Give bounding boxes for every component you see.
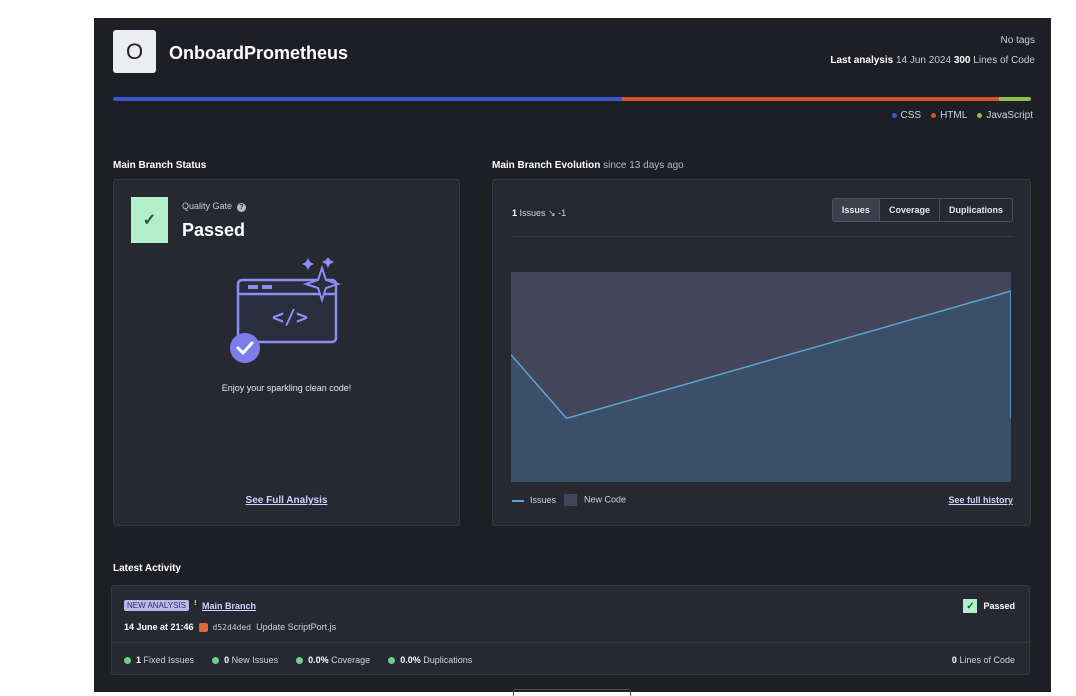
language-bar-javascript: [998, 97, 1031, 101]
activity-status: ✓ Passed: [963, 599, 1015, 613]
metric-coverage: 0.0% Coverage: [296, 655, 370, 665]
quality-gate-label: Quality Gate: [182, 201, 233, 211]
main-branch-link[interactable]: Main Branch: [202, 601, 256, 611]
latest-activity-title: Latest Activity: [113, 563, 181, 574]
commit-hash[interactable]: d52d4ded: [213, 623, 252, 632]
evolution-title: Main Branch Evolution: [492, 160, 601, 171]
project-title: OnboardPrometheus: [169, 43, 349, 63]
last-analysis-label: Last analysis: [830, 55, 894, 66]
see-full-analysis-link[interactable]: See Full Analysis: [246, 495, 328, 506]
check-icon: ✓: [963, 599, 978, 613]
new-code-swatch: [564, 494, 578, 506]
branch-icon: ꜝ: [193, 600, 197, 611]
language-bar-html: [622, 97, 999, 101]
legend-css: CSS: [891, 110, 921, 121]
new-analysis-badge: NEW ANALYSIS: [124, 600, 189, 611]
issues-summary: 1 Issues ↘ -1: [512, 208, 566, 219]
activity-datetime: 14 June at 21:46: [124, 622, 194, 632]
evolution-panel: 1 Issues ↘ -1 Issues Coverage Duplicatio…: [492, 179, 1031, 526]
clean-code-message: Enjoy your sparkling clean code!: [221, 383, 352, 393]
issues-line-swatch: [512, 499, 524, 502]
project-avatar: O: [113, 30, 156, 73]
commit-author-avatar: [198, 622, 208, 632]
issues-label: Issues: [519, 208, 546, 218]
status-dot-icon: [388, 657, 396, 665]
activity-metrics: 1 Fixed Issues 0 New Issues 0.0% Coverag…: [124, 655, 472, 665]
tab-issues[interactable]: Issues: [832, 199, 879, 221]
last-analysis-info: Last analysis 14 Jun 2024 300 Lines of C…: [830, 55, 1035, 66]
activity-lines-of-code: 0 Lines of Code: [951, 655, 1015, 665]
svg-text:</>: </>: [272, 305, 308, 329]
legend-new-code: New Code: [564, 494, 626, 506]
project-overview-page: O OnboardPrometheus No tags Last analysi…: [94, 18, 1051, 696]
metric-duplications: 0.0% Duplications: [388, 655, 472, 665]
see-full-history-row: See full history: [948, 495, 1013, 505]
chart-divider: [512, 236, 1013, 237]
status-dot-icon: [124, 657, 131, 665]
issues-delta: ↘ -1: [548, 208, 567, 218]
evolution-since: since 13 days ago: [603, 160, 684, 171]
tab-coverage[interactable]: Coverage: [878, 199, 939, 221]
clean-code-illustration: </>: [230, 258, 342, 363]
legend-html: HTML: [931, 110, 967, 121]
see-full-analysis-link-row: See Full Analysis: [114, 495, 459, 506]
show-more-button[interactable]: [513, 689, 631, 696]
see-full-history-link[interactable]: See full history: [948, 495, 1013, 505]
metric-fixed-issues: 1 Fixed Issues: [124, 655, 194, 665]
help-icon[interactable]: ?: [237, 203, 247, 212]
commit-message: Update ScriptPort.js: [256, 622, 337, 632]
evolution-title-row: Main Branch Evolution since 13 days ago: [492, 160, 684, 171]
project-tags[interactable]: No tags: [1001, 35, 1035, 46]
issues-count: 1: [512, 208, 518, 218]
activity-header: NEW ANALYSIS ꜝ Main Branch: [124, 600, 256, 611]
status-dot-icon: [296, 657, 304, 665]
issues-evolution-chart: [511, 272, 1011, 482]
latest-activity-card: NEW ANALYSIS ꜝ Main Branch 14 June at 21…: [111, 585, 1030, 675]
tab-duplications[interactable]: Duplications: [938, 199, 1012, 221]
check-icon: ✓: [131, 197, 168, 243]
legend-javascript: JavaScript: [977, 110, 1033, 121]
quality-gate-status: Passed: [182, 220, 246, 240]
legend-dot-icon: [931, 112, 937, 118]
language-distribution-bar: [113, 97, 1031, 101]
last-analysis-date: 14 Jun 2024: [895, 55, 952, 66]
legend-dot-icon: [977, 112, 983, 118]
activity-status-label: Passed: [983, 601, 1015, 611]
activity-divider: [112, 642, 1029, 643]
activity-commit-row: 14 June at 21:46 d52d4ded Update ScriptP…: [124, 622, 336, 632]
status-dot-icon: [212, 657, 220, 665]
lines-of-code-label: Lines of Code: [973, 55, 1035, 66]
language-legend: CSS HTML JavaScript: [891, 110, 1033, 121]
metric-new-issues: 0 New Issues: [212, 655, 278, 665]
main-branch-status-title: Main Branch Status: [113, 160, 207, 171]
quality-gate-panel: ✓ Quality Gate? Passed </> Enjoy your sp…: [113, 179, 460, 526]
chart-legend: Issues New Code: [512, 494, 626, 506]
quality-gate-label-row: Quality Gate?: [182, 201, 247, 212]
legend-issues: Issues: [512, 495, 556, 505]
legend-dot-icon: [891, 112, 897, 118]
metric-tabs: Issues Coverage Duplications: [831, 198, 1013, 222]
language-bar-css: [113, 97, 623, 101]
lines-of-code-value: 300: [953, 55, 971, 66]
